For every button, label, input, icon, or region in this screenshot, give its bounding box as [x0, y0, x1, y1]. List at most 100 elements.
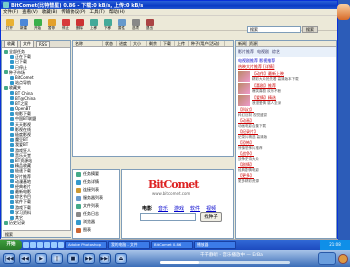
quicklaunch-icon[interactable]: [44, 242, 50, 248]
detail-tab[interactable]: 文件列表: [73, 202, 119, 210]
player-button[interactable]: |◀◀: [3, 253, 15, 264]
detail-tab-label: 任务详情: [83, 179, 99, 184]
web-link[interactable]: 电影: [142, 205, 152, 212]
quicklaunch-icon[interactable]: [23, 242, 29, 248]
toolbar-button[interactable]: 属性: [115, 17, 128, 30]
player-button[interactable]: ▶▶: [83, 253, 95, 264]
toolbar-button[interactable]: 上移: [87, 17, 100, 30]
task-list[interactable]: 名称 状态 进度 大小 剩余 下载 上传 种子/用户(活动): [72, 40, 234, 157]
column-header[interactable]: 进度: [117, 41, 131, 46]
column-header[interactable]: 下载: [161, 41, 175, 46]
toolbar-button[interactable]: 退出: [143, 17, 156, 30]
detail-tab[interactable]: 连接列表: [73, 186, 119, 194]
toolbar-button[interactable]: 打开: [3, 17, 16, 30]
toolbar-button-label: 停止: [62, 25, 69, 30]
player-button[interactable]: ||: [51, 253, 63, 264]
quicklaunch-icon[interactable]: [51, 242, 57, 248]
web-link[interactable]: 软件: [190, 205, 200, 212]
left-tab[interactable]: 收藏: [4, 40, 18, 48]
news-link[interactable]: 热映大片推荐 [详情]: [238, 64, 334, 70]
column-header[interactable]: 名称: [73, 41, 103, 46]
menu-item[interactable]: 工具(T): [90, 9, 105, 15]
news-thumbnail[interactable]: [238, 83, 250, 94]
toolbar-button-label: 暂停: [48, 25, 55, 30]
toolbar-button[interactable]: 新建: [17, 17, 30, 30]
web-link[interactable]: 游戏: [174, 205, 184, 212]
right-tab[interactable]: 资源: [247, 41, 258, 46]
task-list-header: 名称 状态 进度 大小 剩余 下载 上传 种子/用户(活动): [73, 41, 233, 47]
toolbar-button[interactable]: 下移: [101, 17, 114, 30]
folder-icon: [10, 179, 14, 184]
avatar[interactable]: [337, 4, 350, 20]
news-thumbnail[interactable]: [238, 95, 250, 106]
menu-item[interactable]: 查看(V): [22, 9, 38, 15]
toolbar-button-label: 下移: [104, 25, 111, 30]
detail-tab[interactable]: 任务摘要: [73, 170, 119, 178]
left-tab[interactable]: RSS: [36, 40, 50, 48]
quicklaunch-icon[interactable]: [37, 242, 43, 248]
start-button[interactable]: 开始: [0, 240, 22, 250]
news-item[interactable]: 【喜剧】推荐 爆笑喜剧 欢乐不断: [238, 83, 334, 94]
toolbar-button[interactable]: 开始: [31, 17, 44, 30]
player-button[interactable]: ▶▶|: [99, 253, 111, 264]
toolbar-button[interactable]: 选项: [129, 17, 142, 30]
folder-icon: [10, 158, 14, 163]
detail-tab[interactable]: 图表: [73, 226, 119, 234]
pause-icon: [47, 18, 56, 26]
toolbar-search-button[interactable]: 搜索: [302, 26, 318, 33]
toolbar-button[interactable]: 停止: [59, 17, 72, 30]
player-button[interactable]: ■: [67, 253, 79, 264]
menu-item[interactable]: 帮助(H): [109, 9, 125, 15]
player-button[interactable]: ▶: [35, 253, 47, 264]
site-logo[interactable]: BitComet www.bitcomet.com: [148, 176, 208, 198]
folder-icon: [10, 117, 14, 122]
news-item[interactable]: 【动作】最新上映 精彩大片抢先看 高清版本下载: [238, 71, 334, 82]
tree-item[interactable]: 历史记录: [4, 220, 70, 225]
right-top-link[interactable]: 影片推荐: [238, 49, 254, 55]
taskbar-task[interactable]: BitComet 0.86: [151, 241, 193, 249]
right-top-link[interactable]: 综艺: [272, 49, 280, 55]
toolbar-button-label: 打开: [6, 25, 13, 30]
column-header[interactable]: 大小: [131, 41, 147, 46]
player-button[interactable]: ◀◀: [19, 253, 31, 264]
folder-icon: [10, 111, 14, 116]
detail-tab[interactable]: 任务详情: [73, 178, 119, 186]
web-link[interactable]: 音乐: [158, 205, 168, 212]
column-header[interactable]: 剩余: [147, 41, 161, 46]
taskbar-task[interactable]: 我的电脑 - 文件: [108, 241, 150, 249]
splitter[interactable]: [72, 157, 234, 169]
player-progress[interactable]: [160, 261, 290, 264]
news-thumbnail[interactable]: [238, 71, 250, 82]
column-header[interactable]: 状态: [103, 41, 117, 46]
taskbar-task[interactable]: 播放器: [194, 241, 236, 249]
detail-tab[interactable]: 任务日志: [73, 210, 119, 218]
quicklaunch-icon[interactable]: [58, 242, 64, 248]
detail-tab[interactable]: 服务器列表: [73, 194, 119, 202]
exit-icon: [145, 18, 154, 26]
web-search-input[interactable]: [140, 213, 196, 221]
column-header[interactable]: 种子/用户(活动): [189, 41, 225, 46]
news-item[interactable]: 【爱情】精选 浪漫爱情 感人至深: [238, 95, 334, 106]
right-tab[interactable]: 新闻: [236, 41, 247, 46]
menu-item[interactable]: 传输协议(P): [61, 9, 85, 15]
toolbar-button[interactable]: 删除: [73, 17, 86, 30]
player-button[interactable]: ⏏: [115, 253, 127, 264]
left-tab[interactable]: 文件: [20, 40, 34, 48]
left-footer[interactable]: 搜索: [3, 230, 71, 237]
menu-item[interactable]: 收藏(B): [42, 9, 58, 15]
web-search-button[interactable]: 找种子: [200, 212, 222, 222]
taskbar-task[interactable]: Adobe Photoshop: [65, 241, 107, 249]
web-link[interactable]: 视频: [206, 205, 216, 212]
menu-item[interactable]: 文件(F): [3, 9, 18, 15]
quicklaunch-icon[interactable]: [30, 242, 36, 248]
toolbar-search-input[interactable]: 搜索: [247, 26, 301, 33]
column-header[interactable]: 上传: [175, 41, 189, 46]
taskbar: 开始 Adobe Photoshop 我的电脑 - 文件 BitComet 0.86…: [0, 240, 350, 250]
toolbar-button[interactable]: 暂停: [45, 17, 58, 30]
detail-tab[interactable]: 浏览器: [73, 218, 119, 226]
right-top-link[interactable]: 电视剧: [257, 49, 269, 55]
volume-icon[interactable]: [318, 252, 336, 265]
down-icon: [103, 18, 112, 26]
close-icon[interactable]: [338, 254, 348, 264]
folder-icon: [10, 59, 14, 64]
